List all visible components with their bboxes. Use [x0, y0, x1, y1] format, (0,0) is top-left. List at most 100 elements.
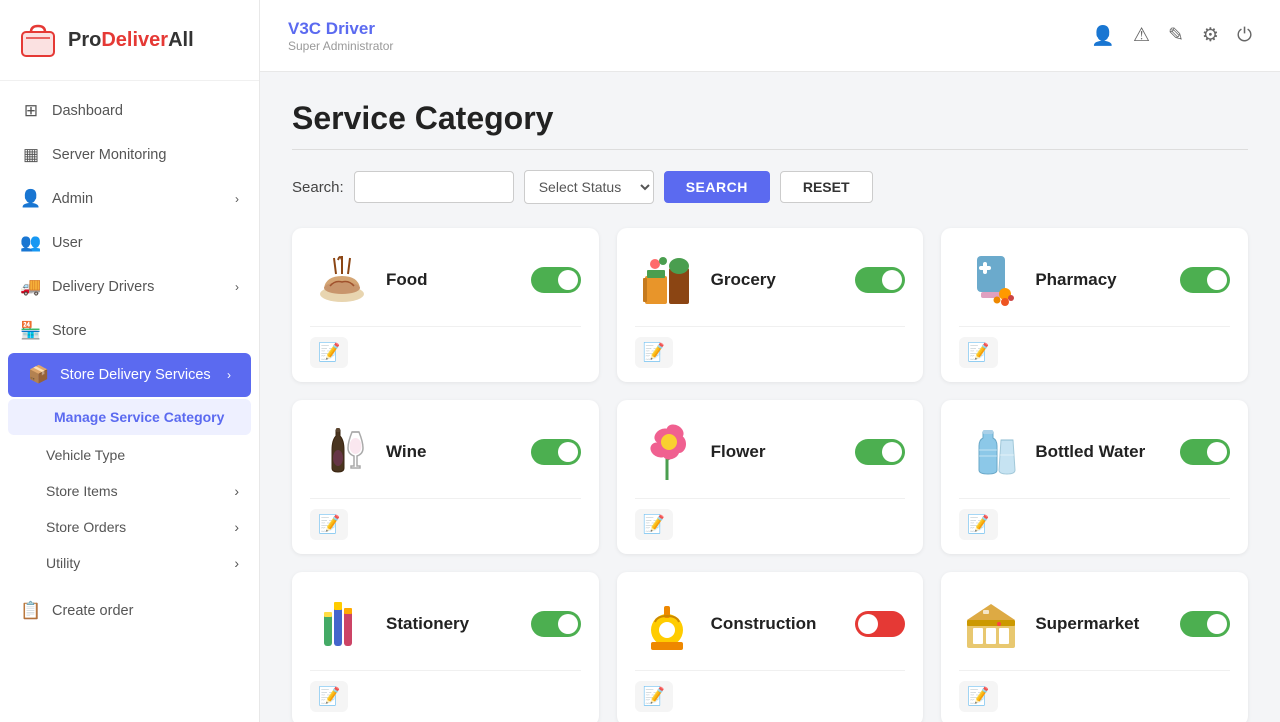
stationery-edit-icon[interactable]: 📝	[310, 681, 348, 712]
status-select[interactable]: Select Status Active Inactive	[524, 170, 654, 204]
create-order-icon: 📋	[20, 601, 42, 621]
user-icon[interactable]: 👤	[1091, 24, 1115, 48]
food-edit-icon[interactable]: 📝	[310, 337, 348, 368]
categories-grid: Food 📝	[292, 228, 1248, 722]
category-card-construction: Construction 📝	[617, 572, 924, 722]
grocery-icon	[635, 248, 699, 312]
power-icon[interactable]: ⏻	[1237, 25, 1252, 47]
edit-icon[interactable]: ✎	[1168, 24, 1184, 47]
app-name: V3C Driver	[288, 19, 393, 39]
food-toggle[interactable]	[531, 267, 581, 293]
user-icon: 👥	[20, 233, 42, 253]
supermarket-icon	[959, 592, 1023, 656]
sidebar-subitem-utility[interactable]: Utility ›	[0, 545, 259, 581]
dashboard-icon: ⊞	[20, 101, 42, 121]
wine-label: Wine	[386, 442, 426, 462]
sidebar: ProDeliverAll ⊞ Dashboard ▦ Server Monit…	[0, 0, 260, 722]
pharmacy-edit-icon[interactable]: 📝	[959, 337, 997, 368]
sidebar-subitem-store-orders[interactable]: Store Orders ›	[0, 509, 259, 545]
server-monitoring-icon: ▦	[20, 145, 42, 165]
sidebar-item-label: Create order	[52, 603, 133, 619]
category-card-pharmacy: Pharmacy 📝	[941, 228, 1248, 382]
pharmacy-toggle[interactable]	[1180, 267, 1230, 293]
main-content: V3C Driver Super Administrator 👤 ⚠ ✎ ⚙ ⏻…	[260, 0, 1280, 722]
wine-toggle[interactable]	[531, 439, 581, 465]
page-title: Service Category	[292, 100, 1248, 137]
sidebar-item-delivery-drivers[interactable]: 🚚 Delivery Drivers ›	[0, 265, 259, 309]
category-card-wine: Wine 📝	[292, 400, 599, 554]
category-card-grocery: Grocery 📝	[617, 228, 924, 382]
admin-icon: 👤	[20, 189, 42, 209]
wine-edit-icon[interactable]: 📝	[310, 509, 348, 540]
sidebar-subitem-label: Store Items	[46, 483, 118, 499]
sidebar-subitem-label: Vehicle Type	[46, 447, 125, 463]
app-role: Super Administrator	[288, 39, 393, 53]
sidebar-subitem-label: Utility	[46, 555, 80, 571]
grocery-toggle[interactable]	[855, 267, 905, 293]
supermarket-toggle[interactable]	[1180, 611, 1230, 637]
food-label: Food	[386, 270, 428, 290]
sidebar-item-store-delivery-services[interactable]: 📦 Store Delivery Services ›	[8, 353, 251, 397]
flower-edit-icon[interactable]: 📝	[635, 509, 673, 540]
construction-edit-icon[interactable]: 📝	[635, 681, 673, 712]
sidebar-item-create-order[interactable]: 📋 Create order	[0, 589, 259, 633]
sidebar-item-label: Store	[52, 323, 87, 339]
reset-button[interactable]: RESET	[780, 171, 873, 203]
sidebar-subitem-manage-service-category[interactable]: Manage Service Category	[8, 399, 251, 435]
header: V3C Driver Super Administrator 👤 ⚠ ✎ ⚙ ⏻	[260, 0, 1280, 72]
grocery-edit-icon[interactable]: 📝	[635, 337, 673, 368]
sidebar-item-label: Store Delivery Services	[60, 367, 211, 383]
flower-toggle[interactable]	[855, 439, 905, 465]
alert-icon[interactable]: ⚠	[1133, 24, 1150, 47]
flower-label: Flower	[711, 442, 766, 462]
bottled-water-toggle[interactable]	[1180, 439, 1230, 465]
chevron-right-icon: ›	[235, 192, 239, 206]
search-bar: Search: Select Status Active Inactive SE…	[292, 170, 1248, 204]
bottled-water-icon	[959, 420, 1023, 484]
construction-toggle[interactable]	[855, 611, 905, 637]
header-icons: 👤 ⚠ ✎ ⚙ ⏻	[1091, 24, 1252, 48]
stationery-label: Stationery	[386, 614, 469, 634]
construction-label: Construction	[711, 614, 817, 634]
pharmacy-icon	[959, 248, 1023, 312]
bottled-water-label: Bottled Water	[1035, 442, 1145, 462]
category-card-flower: Flower 📝	[617, 400, 924, 554]
sidebar-item-label: Admin	[52, 191, 93, 207]
sidebar-item-label: User	[52, 235, 83, 251]
search-button[interactable]: SEARCH	[664, 171, 770, 203]
bottled-water-edit-icon[interactable]: 📝	[959, 509, 997, 540]
logo-icon	[16, 18, 60, 62]
header-left: V3C Driver Super Administrator	[288, 19, 393, 53]
category-card-supermarket: Supermarket 📝	[941, 572, 1248, 722]
sidebar-item-server-monitoring[interactable]: ▦ Server Monitoring	[0, 133, 259, 177]
chevron-right-icon: ›	[234, 555, 239, 571]
category-card-food: Food 📝	[292, 228, 599, 382]
supermarket-label: Supermarket	[1035, 614, 1139, 634]
search-input[interactable]	[354, 171, 514, 203]
grocery-label: Grocery	[711, 270, 776, 290]
food-icon	[310, 248, 374, 312]
sidebar-item-admin[interactable]: 👤 Admin ›	[0, 177, 259, 221]
divider	[292, 149, 1248, 150]
sidebar-item-user[interactable]: 👥 User	[0, 221, 259, 265]
category-card-stationery: Stationery 📝	[292, 572, 599, 722]
category-card-bottled-water: Bottled Water 📝	[941, 400, 1248, 554]
search-label: Search:	[292, 179, 344, 196]
sidebar-item-label: Dashboard	[52, 103, 123, 119]
logo-text: ProDeliverAll	[68, 29, 194, 52]
stationery-toggle[interactable]	[531, 611, 581, 637]
settings-icon[interactable]: ⚙	[1202, 24, 1219, 47]
sidebar-item-dashboard[interactable]: ⊞ Dashboard	[0, 89, 259, 133]
sidebar-item-store[interactable]: 🏪 Store	[0, 309, 259, 353]
store-icon: 🏪	[20, 321, 42, 341]
sidebar-item-label: Server Monitoring	[52, 147, 166, 163]
construction-icon	[635, 592, 699, 656]
sidebar-subitem-store-items[interactable]: Store Items ›	[0, 473, 259, 509]
delivery-drivers-icon: 🚚	[20, 277, 42, 297]
sidebar-subitem-vehicle-type[interactable]: Vehicle Type	[0, 437, 259, 473]
sidebar-subitem-label: Store Orders	[46, 519, 126, 535]
supermarket-edit-icon[interactable]: 📝	[959, 681, 997, 712]
sidebar-item-label: Delivery Drivers	[52, 279, 154, 295]
chevron-right-icon: ›	[235, 280, 239, 294]
chevron-right-icon: ›	[234, 519, 239, 535]
